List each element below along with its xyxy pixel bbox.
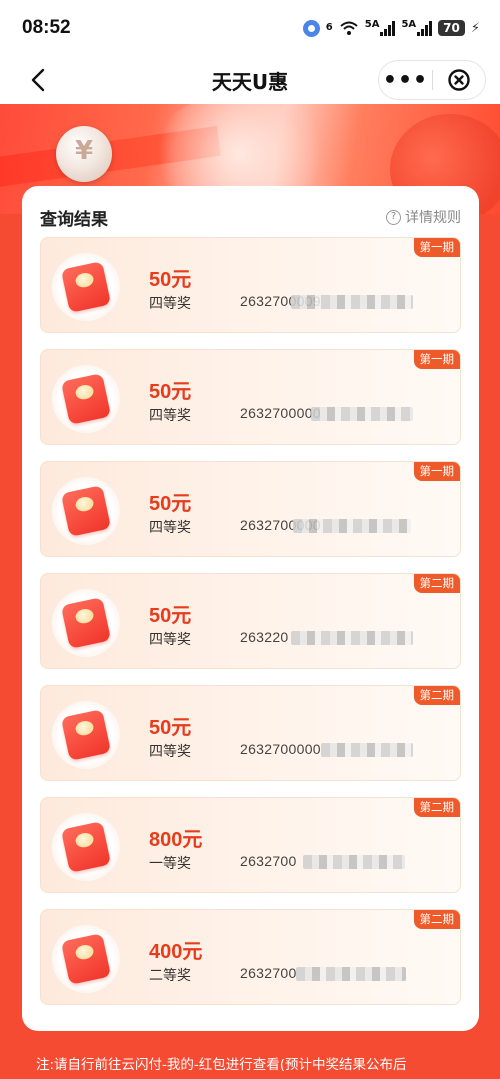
redacted-mask bbox=[296, 967, 406, 981]
envelope-badge bbox=[52, 925, 120, 993]
envelope-badge bbox=[52, 253, 120, 321]
serial-number: 263220 bbox=[240, 629, 289, 645]
prize-amount: 50元 bbox=[149, 381, 192, 403]
page-title: 天天U惠 bbox=[211, 69, 289, 94]
result-item[interactable]: 50元 四等奖 2632700009 第一期 bbox=[40, 237, 461, 333]
battery-level: 70 bbox=[443, 21, 460, 35]
envelope-badge bbox=[52, 701, 120, 769]
envelope-badge bbox=[52, 813, 120, 881]
red-envelope-icon bbox=[60, 261, 112, 313]
mini-program-capsule: ••• bbox=[378, 60, 486, 100]
coin-icon bbox=[56, 126, 112, 182]
serial-number: 2632700 bbox=[240, 965, 297, 981]
prize-level: 四等奖 bbox=[149, 408, 191, 424]
rules-label: 详情规则 bbox=[405, 210, 461, 226]
network-5a-label-2: 5A bbox=[401, 19, 417, 30]
serial-number: 2632700000 bbox=[240, 405, 321, 421]
prize-amount: 50元 bbox=[149, 717, 192, 739]
red-envelope-icon bbox=[60, 373, 112, 425]
redacted-mask bbox=[321, 743, 413, 757]
redacted-mask bbox=[293, 519, 411, 533]
results-card: 查询结果 ? 详情规则 50元 四等奖 2632700009 第一期 50元 四… bbox=[22, 186, 479, 1031]
rules-link[interactable]: ? 详情规则 bbox=[386, 207, 461, 227]
network-6-label: 6 bbox=[325, 22, 333, 33]
status-bar: 08:52 6 5A 5A 70 ⚡ bbox=[0, 0, 500, 56]
prize-level: 四等奖 bbox=[149, 520, 191, 536]
period-tag: 第一期 bbox=[413, 462, 460, 481]
result-item[interactable]: 50元 四等奖 263220 第二期 bbox=[40, 573, 461, 669]
close-circle-icon bbox=[448, 69, 470, 91]
prize-level: 四等奖 bbox=[149, 296, 191, 312]
red-envelope-icon bbox=[60, 709, 112, 761]
card-title: 查询结果 bbox=[40, 209, 108, 230]
nav-bar: 天天U惠 ••• bbox=[0, 56, 500, 104]
network-5a-label-1: 5A bbox=[364, 19, 380, 30]
signal-2: 5A bbox=[401, 19, 433, 36]
prize-level: 二等奖 bbox=[149, 968, 191, 984]
back-arrow-icon[interactable] bbox=[28, 67, 50, 93]
prize-level: 一等奖 bbox=[149, 856, 191, 872]
period-tag: 第二期 bbox=[413, 574, 460, 593]
envelope-badge bbox=[52, 477, 120, 545]
red-envelope-icon bbox=[60, 485, 112, 537]
status-icons: 6 5A 5A 70 ⚡ bbox=[302, 19, 480, 37]
prize-amount: 50元 bbox=[149, 269, 192, 291]
envelope-badge bbox=[52, 365, 120, 433]
result-item[interactable]: 50元 四等奖 2632700000 第二期 bbox=[40, 685, 461, 781]
prize-amount: 50元 bbox=[149, 605, 192, 627]
red-envelope-icon bbox=[60, 821, 112, 873]
card-header: 查询结果 ? 详情规则 bbox=[40, 204, 461, 230]
red-envelope-icon bbox=[60, 597, 112, 649]
serial-number: 2632700 bbox=[240, 853, 297, 869]
wifi-icon bbox=[340, 21, 358, 35]
prize-amount: 400元 bbox=[149, 941, 203, 963]
more-button[interactable]: ••• bbox=[379, 68, 432, 93]
question-icon: ? bbox=[386, 209, 401, 225]
result-item[interactable]: 50元 四等奖 2632700000 第一期 bbox=[40, 349, 461, 445]
period-tag: 第二期 bbox=[413, 686, 460, 705]
prize-level: 四等奖 bbox=[149, 632, 191, 648]
signal-bars-1-icon bbox=[380, 20, 396, 36]
envelope-badge bbox=[52, 589, 120, 657]
result-item[interactable]: 50元 四等奖 2632700000 第一期 bbox=[40, 461, 461, 557]
signal-1: 5A bbox=[365, 20, 396, 36]
prize-amount: 800元 bbox=[149, 829, 203, 851]
charging-icon: ⚡ bbox=[470, 20, 480, 36]
redacted-mask bbox=[291, 295, 413, 309]
status-time: 08:52 bbox=[22, 17, 71, 38]
result-item[interactable]: 800元 一等奖 2632700 第二期 bbox=[40, 797, 461, 893]
prize-level: 四等奖 bbox=[149, 744, 191, 760]
signal-bars-2-icon bbox=[417, 20, 433, 36]
close-button[interactable] bbox=[433, 68, 485, 92]
serial-number: 2632700000 bbox=[240, 741, 321, 757]
period-tag: 第二期 bbox=[413, 798, 460, 817]
period-tag: 第一期 bbox=[413, 238, 460, 257]
battery-icon: 70 bbox=[438, 20, 465, 36]
red-envelope-icon bbox=[60, 933, 112, 985]
redacted-mask bbox=[303, 855, 405, 869]
result-item[interactable]: 400元 二等奖 2632700 第二期 bbox=[40, 909, 461, 1005]
location-icon bbox=[302, 19, 320, 37]
period-tag: 第二期 bbox=[413, 910, 460, 929]
footer-note: 注:请自行前往云闪付-我的-红包进行查看(预计中奖结果公布后 bbox=[36, 1057, 407, 1073]
period-tag: 第一期 bbox=[413, 350, 460, 369]
prize-amount: 50元 bbox=[149, 493, 192, 515]
redacted-mask bbox=[291, 631, 413, 645]
redacted-mask bbox=[311, 407, 413, 421]
